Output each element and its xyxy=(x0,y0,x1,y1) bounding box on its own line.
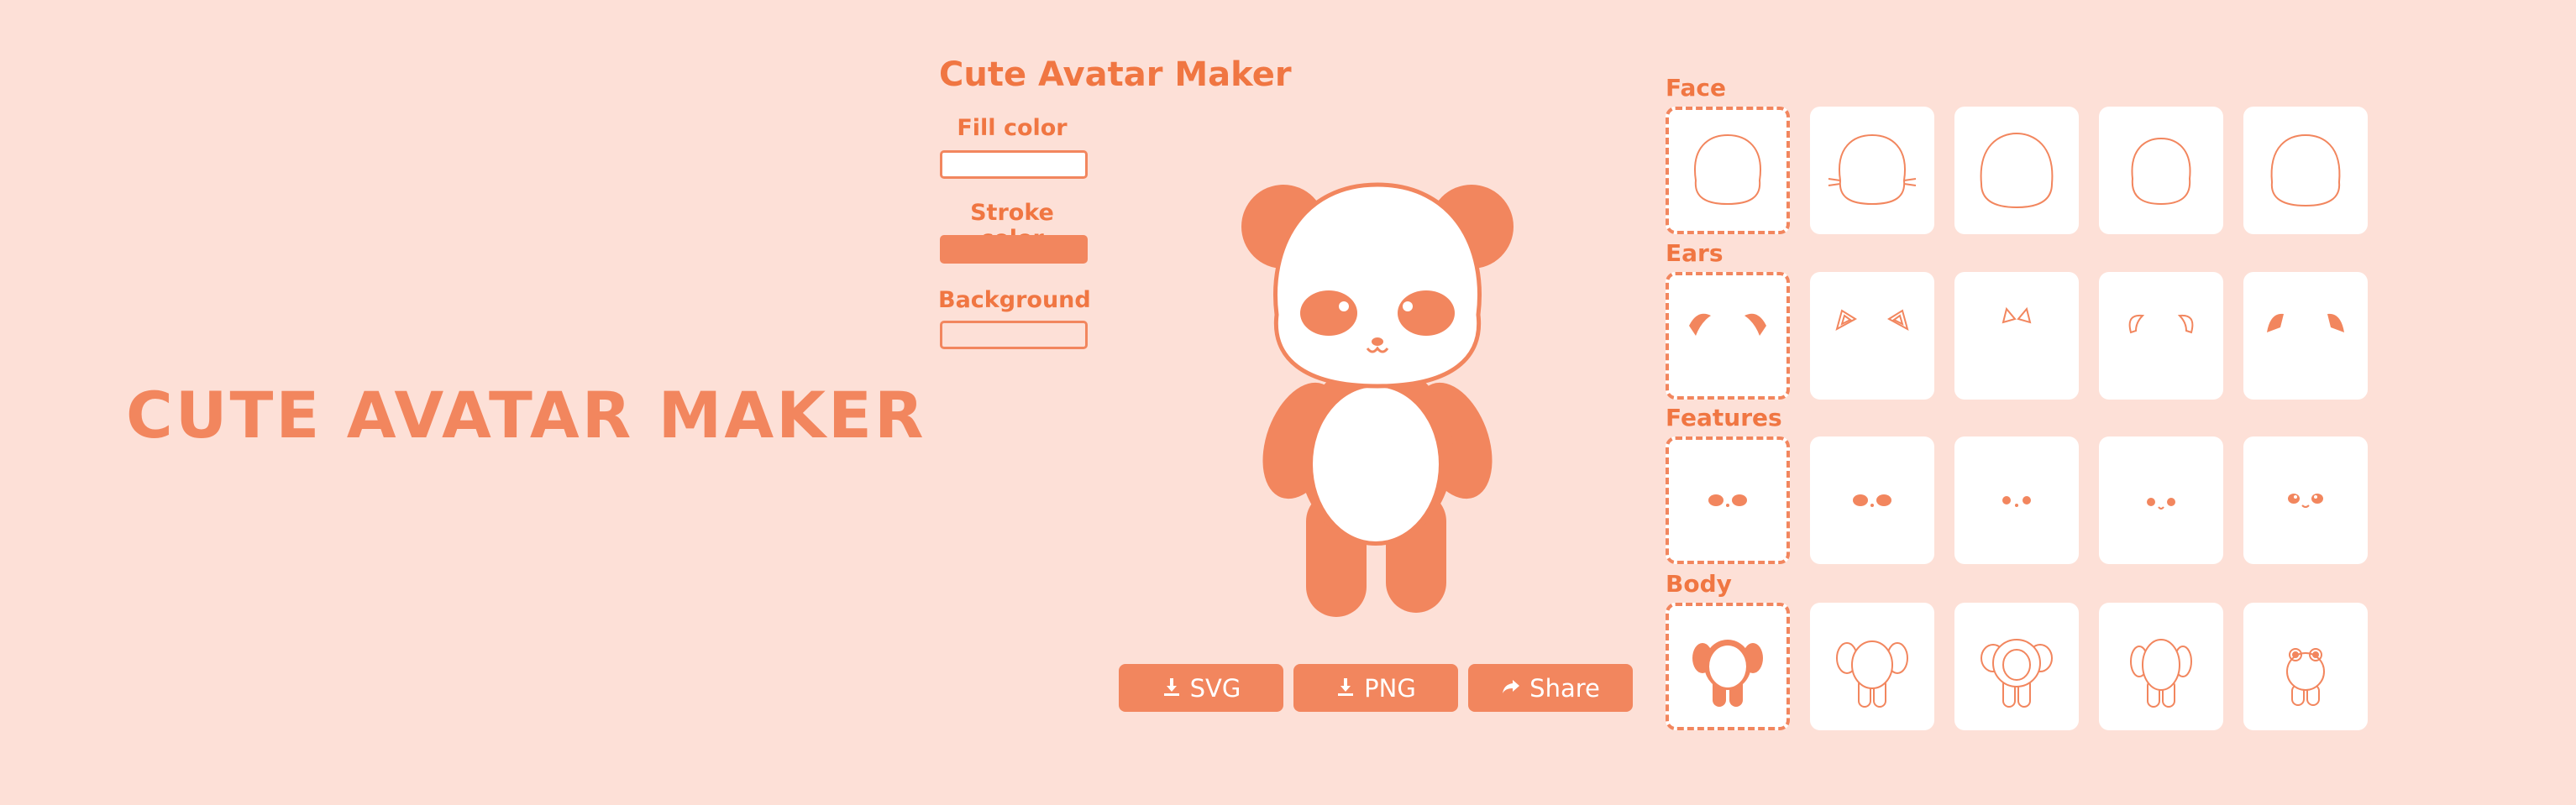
background-color-input[interactable] xyxy=(940,321,1088,349)
features-option-5[interactable] xyxy=(2243,436,2368,564)
features-option-3[interactable] xyxy=(1954,436,2079,564)
download-svg-button[interactable]: SVG xyxy=(1119,664,1283,712)
body-section-label: Body xyxy=(1666,570,1732,598)
body-option-5[interactable] xyxy=(2243,603,2368,730)
ears-option-5[interactable] xyxy=(2243,272,2368,400)
body-option-4[interactable] xyxy=(2099,603,2223,730)
face-option-4[interactable] xyxy=(2099,107,2223,234)
face-section-label: Face xyxy=(1666,74,1726,102)
download-icon xyxy=(1162,674,1182,703)
features-option-1[interactable] xyxy=(1666,436,1790,564)
fill-color-input[interactable] xyxy=(940,150,1088,179)
body-option-1[interactable] xyxy=(1666,603,1790,730)
share-label: Share xyxy=(1529,673,1600,703)
avatar-preview xyxy=(1226,164,1529,634)
face-option-2[interactable] xyxy=(1810,107,1934,234)
download-svg-label: SVG xyxy=(1189,673,1241,703)
ears-option-1[interactable] xyxy=(1666,272,1790,400)
app-title: Cute Avatar Maker xyxy=(939,55,1292,94)
features-option-2[interactable] xyxy=(1810,436,1934,564)
ears-option-4[interactable] xyxy=(2099,272,2223,400)
download-icon xyxy=(1335,674,1356,703)
ears-section-label: Ears xyxy=(1666,239,1723,267)
body-option-2[interactable] xyxy=(1810,603,1934,730)
body-option-3[interactable] xyxy=(1954,603,2079,730)
ears-option-2[interactable] xyxy=(1810,272,1934,400)
face-option-1[interactable] xyxy=(1666,107,1790,234)
share-button[interactable]: Share xyxy=(1468,664,1633,712)
face-option-5[interactable] xyxy=(2243,107,2368,234)
features-section-label: Features xyxy=(1666,404,1782,431)
hero-title: CUTE AVATAR MAKER xyxy=(126,378,926,452)
fill-color-label: Fill color xyxy=(957,115,1068,141)
background-color-label: Background xyxy=(938,287,1091,313)
features-option-4[interactable] xyxy=(2099,436,2223,564)
download-png-button[interactable]: PNG xyxy=(1293,664,1458,712)
download-png-label: PNG xyxy=(1364,673,1416,703)
share-icon xyxy=(1501,674,1521,703)
ears-option-3[interactable] xyxy=(1954,272,2079,400)
face-option-3[interactable] xyxy=(1954,107,2079,234)
stroke-color-input[interactable] xyxy=(940,235,1088,264)
